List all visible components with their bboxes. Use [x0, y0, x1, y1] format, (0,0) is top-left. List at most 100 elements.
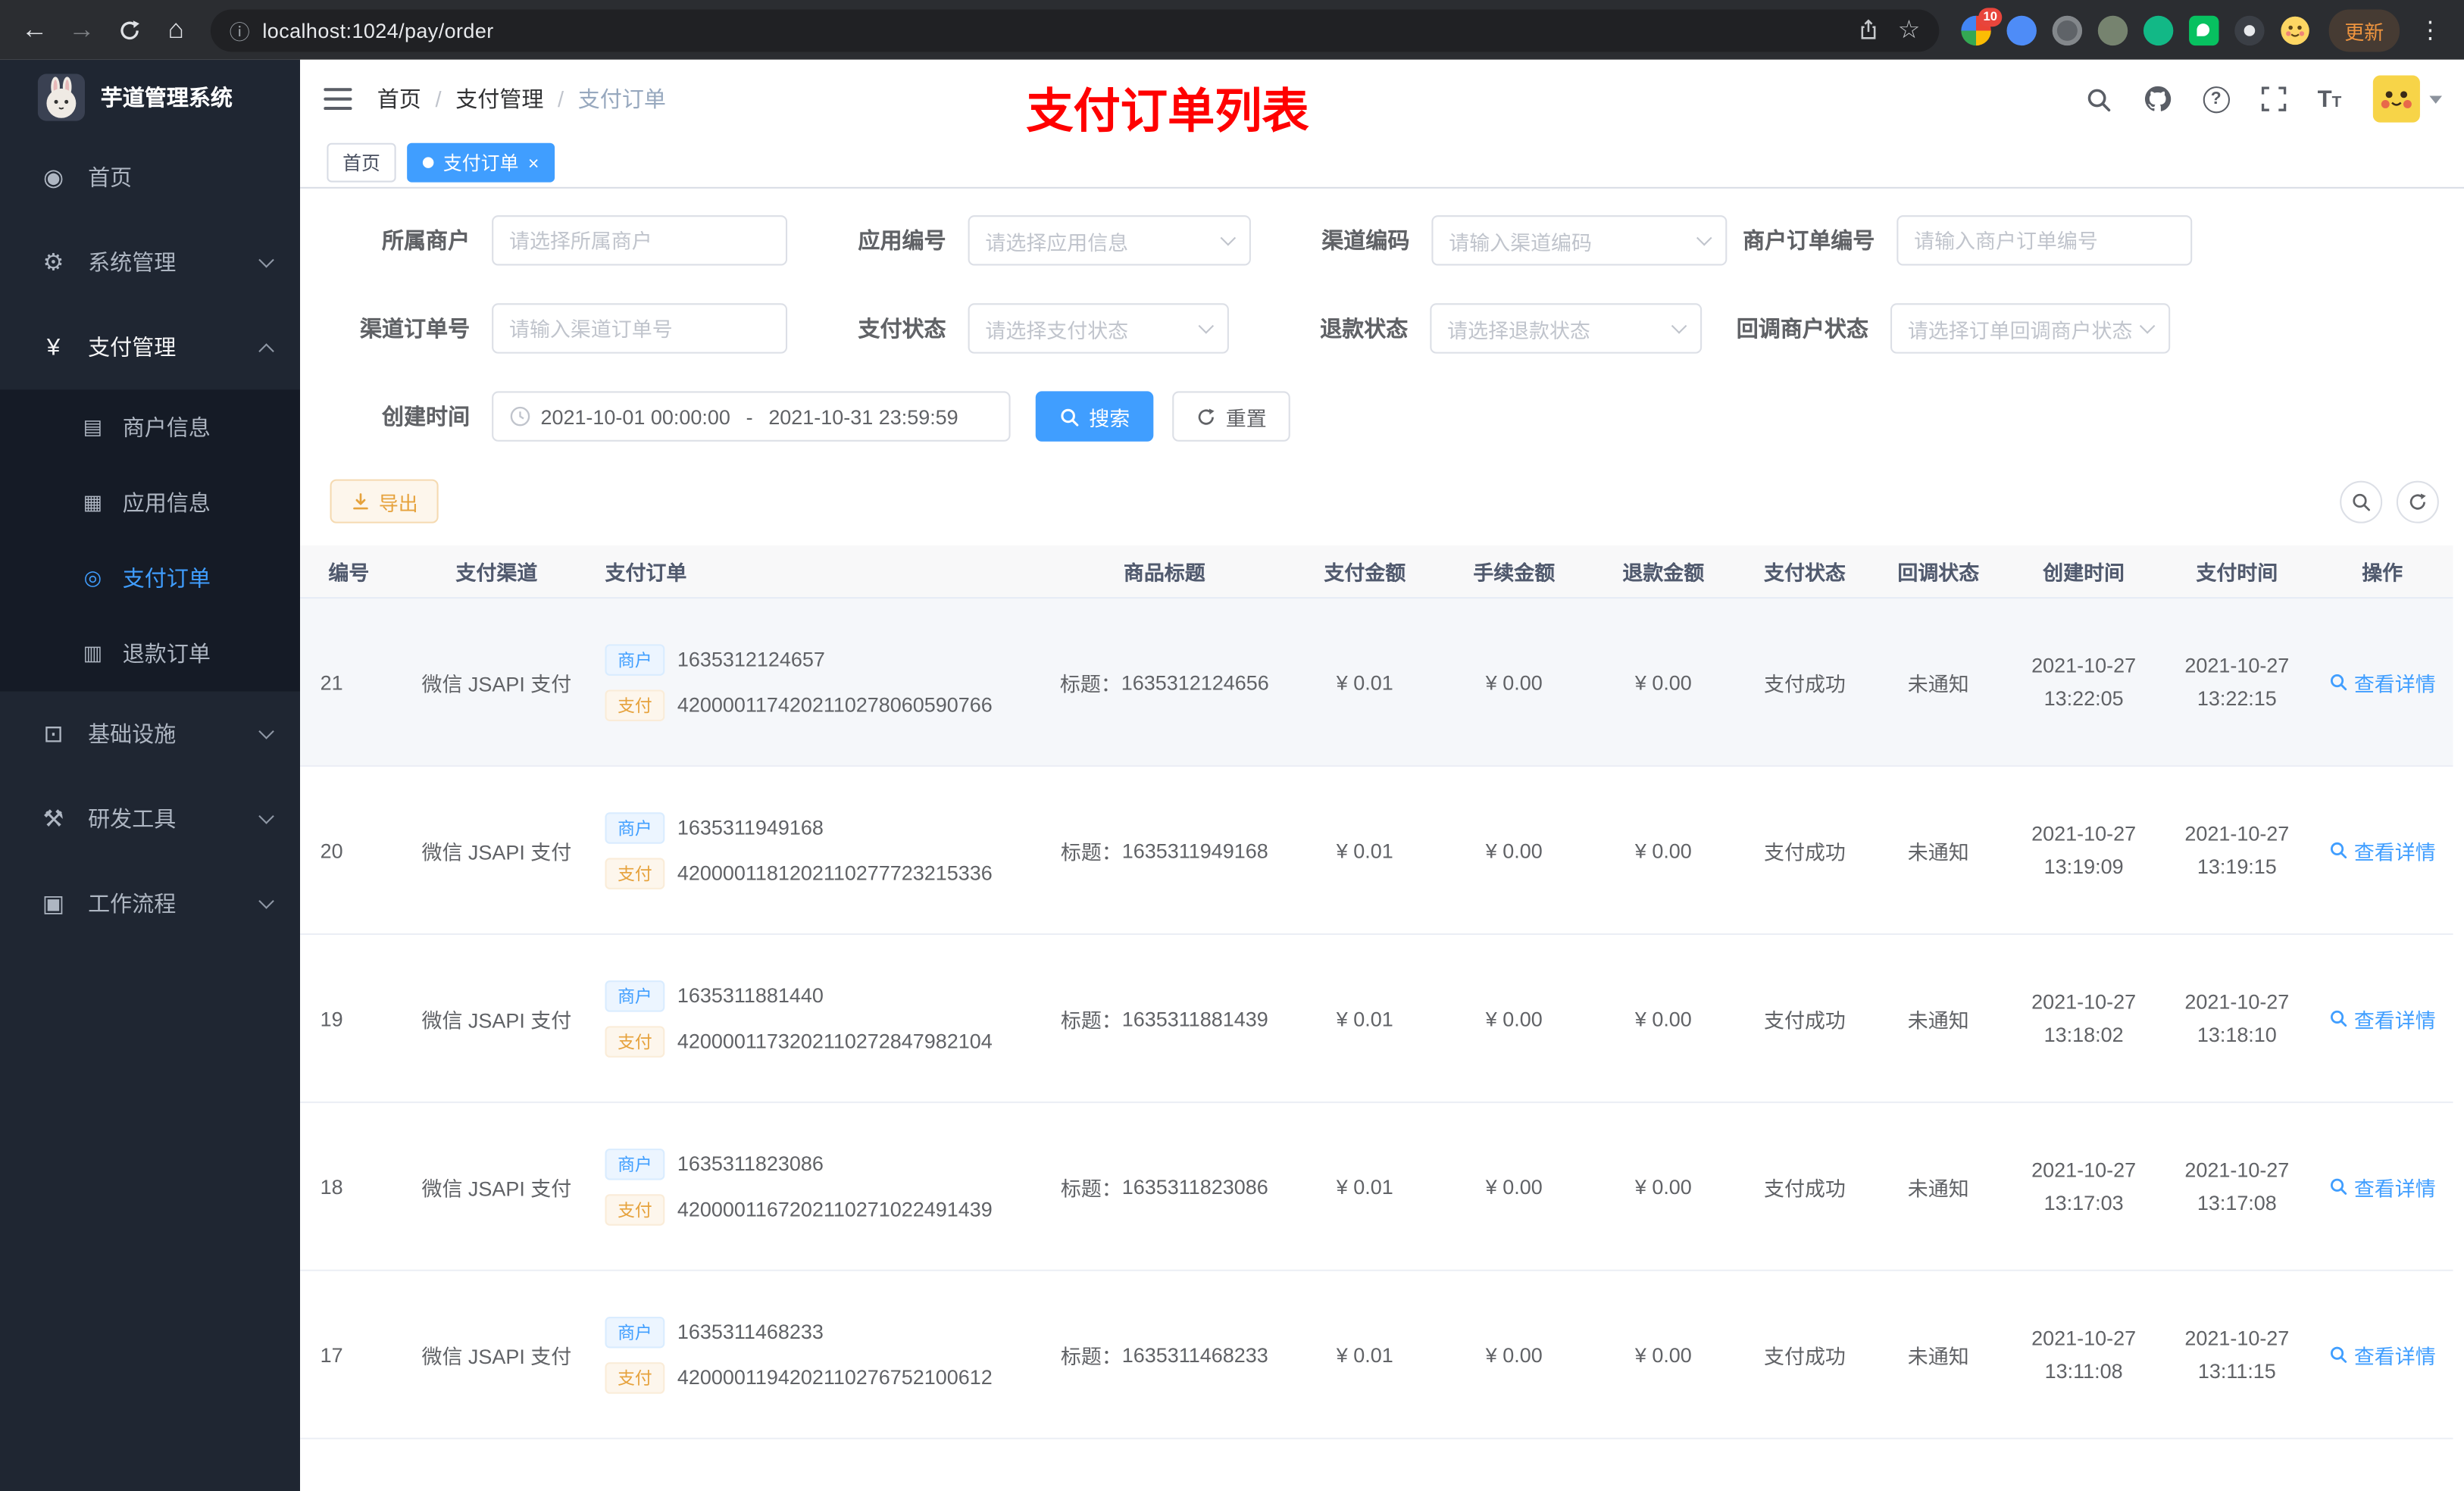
- share-icon[interactable]: [1857, 19, 1879, 41]
- github-icon[interactable]: [2143, 85, 2171, 113]
- cell-title: 标题： 1635311881439: [1060, 1006, 1268, 1032]
- extension-wechat-icon[interactable]: [2189, 14, 2219, 45]
- col-header-channel: 支付渠道: [455, 561, 538, 585]
- refund-status-select[interactable]: 请选择退款状态: [1430, 303, 1703, 354]
- pay-status-select[interactable]: 请选择支付状态: [968, 303, 1229, 354]
- close-icon[interactable]: ×: [528, 153, 539, 172]
- chevron-down-icon: [1671, 318, 1687, 334]
- channel-order-no-input[interactable]: [492, 303, 788, 354]
- export-button[interactable]: 导出: [330, 479, 439, 524]
- font-size-small-t: T: [2331, 93, 2342, 111]
- browser-home-icon[interactable]: ⌂: [154, 8, 198, 52]
- pay-tag: 支付: [605, 1025, 665, 1057]
- avatar: [2372, 75, 2420, 123]
- channel-code-select[interactable]: 请输入渠道编码: [1431, 215, 1728, 266]
- view-detail-link[interactable]: 查看详情: [2329, 1339, 2436, 1369]
- search-icon[interactable]: [2085, 86, 2112, 112]
- toggle-search-icon[interactable]: [2340, 480, 2383, 523]
- page-content: 所属商户 应用编号 请选择应用信息 渠道编码 请输入渠道编码 商户订单编号: [300, 188, 2464, 1491]
- fullscreen-icon[interactable]: [2261, 86, 2286, 111]
- extension-gray-icon[interactable]: [2052, 14, 2083, 45]
- help-icon[interactable]: ?: [2203, 86, 2230, 113]
- tab-pay-order[interactable]: 支付订单 ×: [407, 142, 555, 183]
- cell-amount: ¥ 0.01: [1336, 1006, 1393, 1030]
- refresh-icon: [1198, 408, 1215, 424]
- cell-channel: [410, 1439, 583, 1491]
- search-button[interactable]: 搜索: [1035, 391, 1154, 442]
- merchant-order-no-input[interactable]: [1896, 215, 2193, 266]
- collapse-sidebar-icon[interactable]: [324, 88, 352, 111]
- cell-pay-time: 2021-10-27 13:17:08: [2184, 1158, 2290, 1215]
- col-header-fee: 手续金额: [1473, 561, 1556, 585]
- view-detail-link[interactable]: 查看详情: [2329, 835, 2436, 864]
- view-detail-link[interactable]: 查看详情: [2329, 667, 2436, 696]
- browser-forward-icon[interactable]: →: [60, 8, 104, 52]
- extension-smiley-icon[interactable]: [2280, 15, 2309, 45]
- filter-form: 所属商户 应用编号 请选择应用信息 渠道编码 请输入渠道编码 商户订单编号: [300, 215, 2464, 442]
- gear-icon: ⚙: [42, 249, 64, 277]
- view-detail-link[interactable]: 查看详情: [2329, 1171, 2436, 1201]
- col-header-refund: 退款金额: [1622, 561, 1705, 585]
- sidebar-item-app-info[interactable]: ▦ 应用信息: [0, 465, 300, 541]
- cell-title: 标题： 1635311468233: [1060, 1343, 1268, 1368]
- cell-fee: ¥ 0.00: [1485, 1174, 1543, 1199]
- sidebar-item-label: 研发工具: [88, 805, 177, 832]
- cell-refund: ¥ 0.00: [1634, 838, 1692, 862]
- sidebar-item-workflow[interactable]: ▣ 工作流程: [0, 861, 300, 946]
- font-size-icon[interactable]: TT: [2318, 86, 2342, 112]
- sidebar-item-home[interactable]: ◉ 首页: [0, 135, 300, 220]
- notify-status-select[interactable]: 请选择订单回调商户状态: [1890, 303, 2171, 354]
- cell-refund: ¥ 0.00: [1634, 1006, 1692, 1030]
- cell-create-time: 2021-10-27 13:18:02: [2031, 989, 2137, 1047]
- cell-id: 21: [320, 670, 343, 694]
- title-prefix: 标题：: [1059, 671, 1121, 695]
- sidebar-item-dev-tools[interactable]: ⚒ 研发工具: [0, 777, 300, 861]
- sidebar-item-merchant-info[interactable]: ▤ 商户信息: [0, 389, 300, 465]
- cell-title: 标题： 1635312124656: [1039, 599, 1290, 765]
- user-menu[interactable]: [2372, 75, 2442, 123]
- sidebar-item-label: 工作流程: [88, 890, 177, 917]
- sidebar-item-refund-order[interactable]: ▥ 退款订单: [0, 616, 300, 692]
- extension-olive-icon[interactable]: [2097, 14, 2128, 45]
- create-time-range-picker[interactable]: 2021-10-01 00:00:00 - 2021-10-31 23:59:5…: [492, 391, 1011, 442]
- extension-colorwheel-icon[interactable]: 10: [1961, 7, 2003, 45]
- breadcrumb-item-payment[interactable]: 支付管理: [455, 83, 543, 114]
- tab-label: 支付订单: [442, 152, 519, 175]
- app-select[interactable]: 请选择应用信息: [968, 215, 1251, 266]
- browser-reload-icon[interactable]: [107, 8, 151, 52]
- breadcrumb-item-home[interactable]: 首页: [377, 83, 421, 114]
- sidebar-item-label: 支付订单: [122, 565, 211, 591]
- bookmark-star-icon[interactable]: ☆: [1898, 14, 1921, 45]
- site-info-icon[interactable]: ⓘ: [230, 15, 250, 45]
- col-header-notify: 回调状态: [1897, 561, 1980, 585]
- table-row: 17 微信 JSAPI 支付 商户 1635311468233 支付 4200001…: [300, 1271, 2453, 1439]
- sidebar-item-system[interactable]: ⚙ 系统管理: [0, 220, 300, 305]
- cell-title: [1039, 1439, 1290, 1491]
- sidebar-item-payment[interactable]: ¥ 支付管理: [0, 305, 300, 389]
- filter-label-channel-order-no: 渠道订单号: [359, 315, 471, 342]
- browser-update-button[interactable]: 更新: [2328, 8, 2400, 52]
- sidebar-item-label: 基础设施: [88, 720, 177, 747]
- merchant-select[interactable]: [492, 215, 788, 266]
- sidebar-item-label: 首页: [88, 164, 133, 190]
- browser-menu-icon[interactable]: ⋮: [2409, 16, 2451, 44]
- extension-green-circle-icon[interactable]: [2143, 14, 2174, 45]
- sidebar-item-infrastructure[interactable]: ⊡ 基础设施: [0, 692, 300, 777]
- refresh-table-icon[interactable]: [2396, 480, 2439, 523]
- sidebar-item-pay-order[interactable]: ◎ 支付订单: [0, 540, 300, 616]
- browser-back-icon[interactable]: ←: [13, 8, 57, 52]
- app-logo[interactable]: 芋道管理系统: [0, 60, 300, 136]
- extension-blue-icon[interactable]: [2006, 14, 2037, 45]
- view-detail-link[interactable]: 查看详情: [2329, 1003, 2436, 1033]
- cell-id: 19: [320, 1006, 343, 1030]
- cell-status: 支付成功: [1764, 1176, 1846, 1200]
- address-bar[interactable]: ⓘ localhost:1024/pay/order ☆: [210, 8, 1940, 52]
- tab-home[interactable]: 首页: [327, 142, 396, 183]
- cell-create-time: 2021-10-27 13:17:03: [2031, 1158, 2137, 1215]
- cell-amount: ¥ 0.01: [1336, 670, 1393, 694]
- breadcrumb: 首页 / 支付管理 / 支付订单: [377, 83, 666, 114]
- cell-amount: [1290, 1439, 1440, 1491]
- extension-swirl-icon[interactable]: [2234, 14, 2265, 45]
- cell-id: 18: [320, 1174, 343, 1199]
- reset-button[interactable]: 重置: [1172, 391, 1290, 442]
